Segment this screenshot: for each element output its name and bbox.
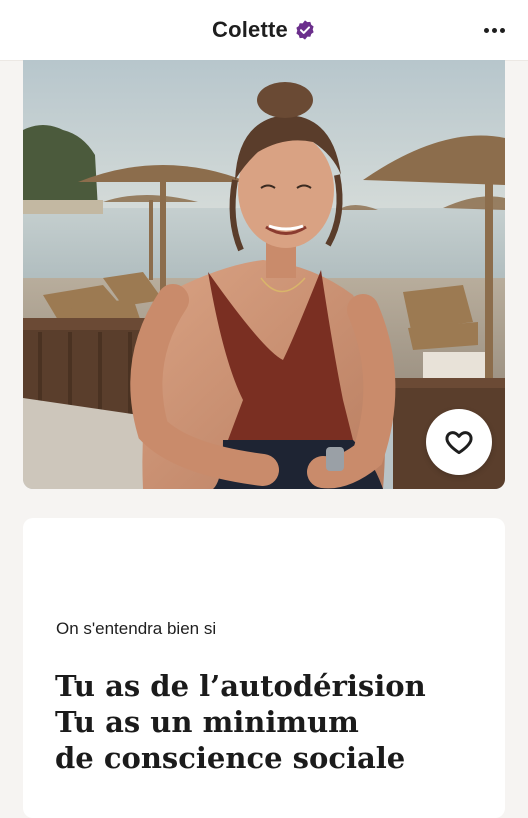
verified-badge-icon (296, 20, 314, 40)
profile-name: Colette (212, 17, 288, 42)
more-dot (483, 27, 489, 33)
like-button[interactable] (426, 409, 492, 475)
prompt-answer-line: Tu as de l’autodérision (55, 669, 426, 703)
prompt-answer: Tu as de l’autodérision Tu as un minimum… (55, 668, 485, 776)
prompt-card[interactable]: On s'entendra bien si Tu as de l’autodér… (23, 518, 505, 818)
more-options-button[interactable] (480, 18, 508, 42)
profile-photo[interactable] (23, 60, 505, 489)
prompt-answer-line: de conscience sociale (55, 741, 406, 775)
more-dot (499, 27, 505, 33)
heart-outline-icon (445, 431, 473, 455)
more-dot (491, 27, 497, 33)
profile-header: Colette (0, 0, 528, 61)
prompt-answer-line: Tu as un minimum (55, 705, 359, 739)
profile-title: Colette (212, 17, 316, 43)
prompt-question: On s'entendra bien si (56, 619, 217, 638)
